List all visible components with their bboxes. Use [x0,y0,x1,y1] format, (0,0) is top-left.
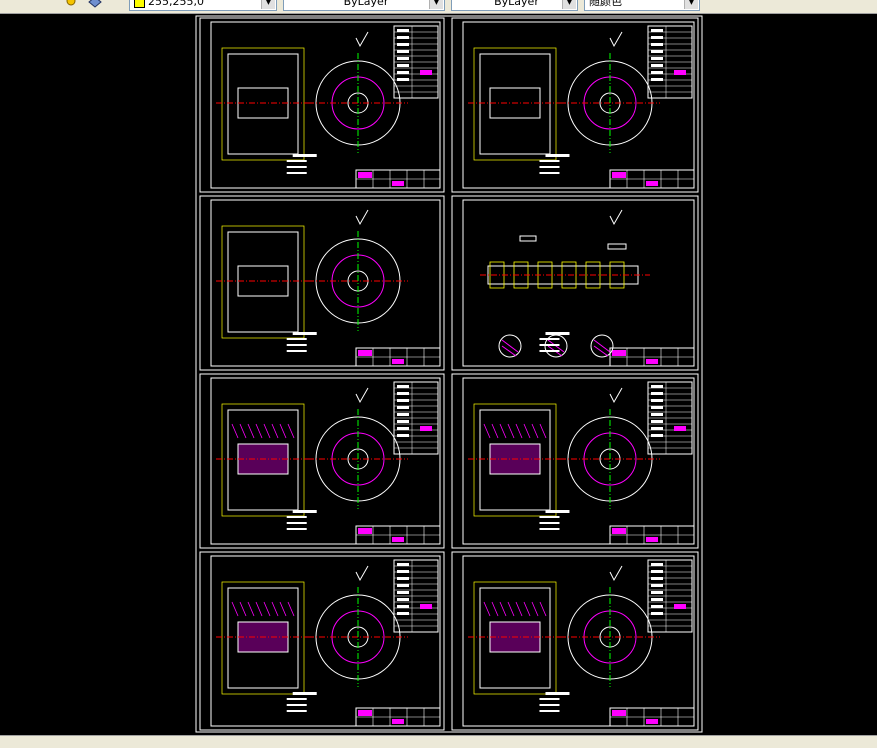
title-block [609,169,695,189]
technical-notes [286,332,317,352]
drawing-sheet [199,373,445,549]
color-value: 255,255,0 [148,0,204,8]
chevron-down-icon[interactable]: ▼ [429,0,443,9]
drawing-sheet [199,195,445,371]
plotstyle-control[interactable]: 随颜色 ▼ [584,0,700,11]
technical-notes [539,332,570,352]
linetype-control[interactable]: ByLayer ▼ [283,0,445,11]
layer-previous-icon[interactable] [88,0,102,8]
title-block [609,525,695,545]
technical-notes [539,692,570,712]
roughness-symbol [609,31,623,48]
properties-toolbar: 255,255,0 ▼ ByLayer ▼ ByLayer ▼ 随颜色 ▼ [0,0,877,14]
technical-notes [286,692,317,712]
sheet-inner-frame [210,21,441,189]
sheet-border [451,195,699,371]
part-section-view [216,581,408,695]
roughness-symbol [355,565,369,582]
chevron-down-icon[interactable]: ▼ [261,0,275,9]
drawing-sheet [451,373,699,549]
plotstyle-value: 随颜色 [589,0,622,8]
sheet-inner-frame [210,199,441,367]
part-section-view [480,235,650,358]
part-section-view [216,403,408,517]
technical-notes [539,510,570,530]
parts-table [393,559,439,633]
drawing-sheet [451,17,699,193]
color-swatch-icon [134,0,145,8]
sheet-border [199,195,445,371]
title-block [355,169,441,189]
lineweight-control[interactable]: ByLayer ▼ [451,0,578,11]
technical-notes [539,154,570,174]
part-section-view [468,403,660,517]
part-section-view [468,47,660,161]
chevron-down-icon[interactable]: ▼ [562,0,576,9]
parts-table [393,25,439,99]
part-section-view [216,47,408,161]
drawing-sheet [199,17,445,193]
parts-table [393,381,439,455]
title-block [609,347,695,367]
layer-state-icon[interactable] [66,0,80,8]
drawing-sheet [199,551,445,731]
roughness-symbol [355,209,369,226]
parts-table [647,381,693,455]
drawing-sheet [451,195,699,371]
parts-table [647,25,693,99]
color-control[interactable]: 255,255,0 ▼ [129,0,277,11]
sheet-inner-frame [462,21,695,189]
roughness-symbol [609,387,623,404]
technical-notes [286,154,317,174]
roughness-symbol [355,31,369,48]
title-block [355,525,441,545]
title-block [355,707,441,727]
drawing-sheet [451,551,699,731]
technical-notes [286,510,317,530]
linetype-value: ByLayer [343,0,389,8]
parts-table [647,559,693,633]
roughness-symbol [355,387,369,404]
roughness-symbol [609,209,623,226]
title-block [355,347,441,367]
drawing-area[interactable] [0,14,877,735]
lineweight-value: ByLayer [494,0,539,8]
chevron-down-icon[interactable]: ▼ [684,0,698,9]
part-section-view [216,225,408,339]
title-block [609,707,695,727]
part-section-view [468,581,660,695]
roughness-symbol [609,565,623,582]
status-bar [0,735,877,748]
sheet-inner-frame [462,199,695,367]
model-space [195,15,703,733]
